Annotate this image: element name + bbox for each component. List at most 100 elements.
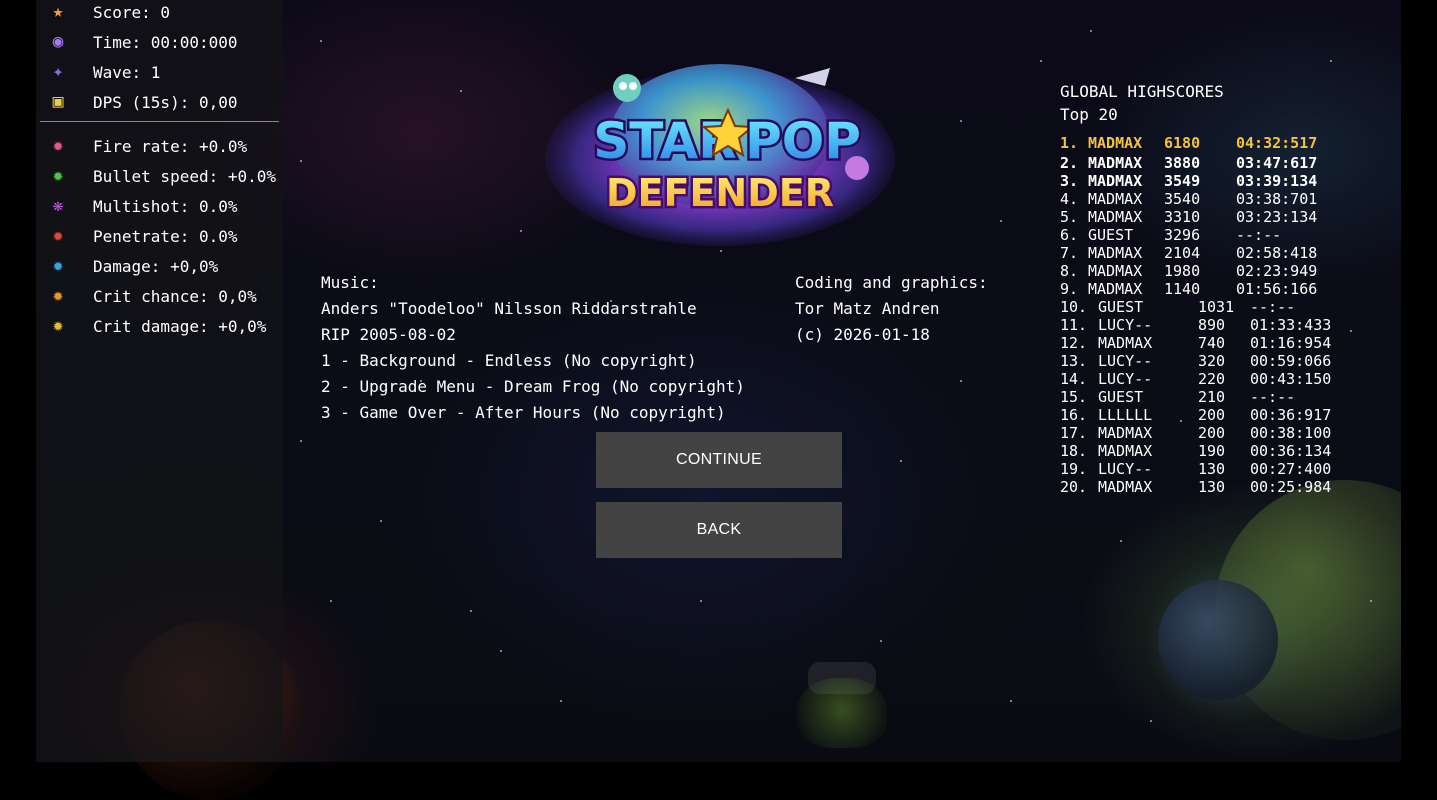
stat-time: ◉ Time: 00:00:000 (44, 27, 238, 57)
star-dot (1150, 720, 1152, 722)
highscore-time: --:-- (1236, 226, 1282, 244)
star-dot (300, 440, 302, 442)
highscore-rank: 16. (1060, 406, 1088, 424)
highscore-name: LUCY-- (1098, 370, 1153, 388)
stat-score: ★ Score: 0 (44, 0, 170, 27)
highscore-rank: 7. (1060, 244, 1079, 262)
highscore-rank: 3. (1060, 172, 1079, 190)
upgrade-crit-chance: ✹ Crit chance: 0,0% (44, 281, 257, 311)
highscore-name: LUCY-- (1098, 460, 1153, 478)
highscore-time: 00:38:100 (1250, 424, 1332, 442)
highscore-name: MADMAX (1088, 262, 1143, 280)
game-logo: STAR POP DEFENDER (545, 64, 895, 246)
upgrade-fire-rate-text: Fire rate: +0.0% (93, 136, 248, 156)
upgrade-multishot-text: Multishot: 0.0% (93, 196, 238, 216)
highscores-subtitle: Top 20 (1060, 105, 1118, 124)
star-dot (700, 600, 702, 602)
highscore-time: 00:27:400 (1250, 460, 1332, 478)
highscore-time: 00:59:066 (1250, 352, 1332, 370)
left-letterbox (0, 0, 36, 762)
right-letterbox (1401, 0, 1437, 762)
highscore-score: 890 (1198, 316, 1226, 334)
highscore-score: 740 (1198, 334, 1226, 352)
highscore-rank: 15. (1060, 388, 1088, 406)
upgrade-fire-rate: ✹ Fire rate: +0.0% (44, 131, 248, 161)
stat-wave: ✦ Wave: 1 (44, 57, 161, 87)
highscore-name: GUEST (1098, 388, 1144, 406)
highscore-name: MADMAX (1088, 190, 1143, 208)
penetrate-icon: ✹ (52, 225, 64, 246)
highscore-rank: 12. (1060, 334, 1088, 352)
continue-button[interactable]: CONTINUE (596, 432, 842, 488)
highscore-name: GUEST (1098, 298, 1144, 316)
star-dot (1000, 220, 1002, 222)
highscore-score: 130 (1198, 460, 1226, 478)
highscore-rank: 2. (1060, 154, 1079, 172)
upgrade-penetrate-text: Penetrate: 0.0% (93, 226, 238, 246)
player-blob-sprite (797, 678, 887, 748)
highscore-score: 200 (1198, 424, 1226, 442)
highscore-time: 02:58:418 (1236, 244, 1318, 262)
highscores-title: GLOBAL HIGHSCORES (1060, 82, 1224, 101)
fire-rate-icon: ✹ (52, 135, 64, 156)
star-dot (520, 230, 522, 232)
highscore-name: GUEST (1088, 226, 1134, 244)
highscore-time: 01:16:954 (1250, 334, 1332, 352)
upgrade-bullet-speed: ✹ Bullet speed: +0.0% (44, 161, 276, 191)
star-dot (1010, 700, 1012, 702)
background-planet-blue (1158, 580, 1278, 700)
highscore-score: 1031 (1198, 298, 1235, 316)
stat-dps: ▣ DPS (15s): 0,00 (44, 87, 238, 117)
star-dot (470, 610, 472, 612)
highscore-time: --:-- (1250, 298, 1296, 316)
highscore-time: 01:33:433 (1250, 316, 1332, 334)
star-dot (1370, 600, 1372, 602)
highscore-rank: 4. (1060, 190, 1079, 208)
music-track-3: 3 - Game Over - After Hours (No copyrigh… (321, 403, 726, 422)
highscore-score: 220 (1198, 370, 1226, 388)
star-dot (560, 700, 562, 702)
star-dot (1120, 540, 1122, 542)
star-dot (320, 40, 322, 42)
highscore-rank: 17. (1060, 424, 1088, 442)
star-dot (1330, 60, 1332, 62)
highscore-score: 190 (1198, 442, 1226, 460)
highscore-rank: 5. (1060, 208, 1079, 226)
highscore-name: MADMAX (1098, 424, 1153, 442)
highscore-score: 3549 (1164, 172, 1201, 190)
star-dot (380, 520, 382, 522)
highscore-name: LUCY-- (1098, 352, 1153, 370)
highscore-score: 2104 (1164, 244, 1201, 262)
upgrade-crit-chance-text: Crit chance: 0,0% (93, 286, 257, 306)
highscore-rank: 9. (1060, 280, 1079, 298)
crit-chance-icon: ✹ (52, 285, 64, 306)
highscore-score: 6180 (1164, 134, 1201, 152)
logo-text-defender: DEFENDER (606, 171, 834, 215)
stat-wave-text: Wave: 1 (93, 62, 161, 82)
star-dot (1040, 60, 1042, 62)
highscore-score: 3880 (1164, 154, 1201, 172)
star-dot (720, 250, 722, 252)
highscore-time: 00:25:984 (1250, 478, 1332, 496)
logo-text-star: STAR (593, 112, 736, 170)
star-dot (880, 640, 882, 642)
highscore-rank: 8. (1060, 262, 1079, 280)
back-button[interactable]: BACK (596, 502, 842, 558)
highscore-time: 03:23:134 (1236, 208, 1318, 226)
score-gem-icon: ★ (52, 1, 64, 22)
highscore-name: MADMAX (1098, 478, 1153, 496)
star-dot (500, 650, 502, 652)
highscore-rank: 20. (1060, 478, 1088, 496)
highscore-time: 03:47:617 (1236, 154, 1318, 172)
star-dot (1180, 420, 1182, 422)
highscore-time: 00:43:150 (1250, 370, 1332, 388)
highscore-time: 00:36:134 (1250, 442, 1332, 460)
upgrade-damage: ✹ Damage: +0,0% (44, 251, 219, 281)
music-author: Anders "Toodeloo" Nilsson Riddarstrahle (321, 299, 697, 318)
upgrade-multishot: ❋ Multishot: 0.0% (44, 191, 238, 221)
stat-score-text: Score: 0 (93, 2, 171, 22)
stats-panel: ★ Score: 0 ◉ Time: 00:00:000 ✦ Wave: 1 ▣… (36, 0, 283, 762)
highscore-rank: 6. (1060, 226, 1079, 244)
logo-text-pop: POP (745, 112, 861, 170)
highscore-name: LLLLLL (1098, 406, 1153, 424)
